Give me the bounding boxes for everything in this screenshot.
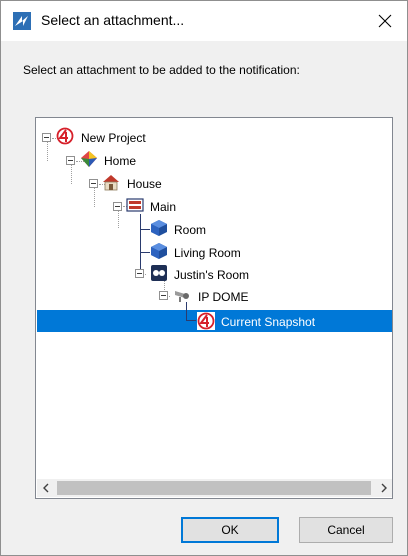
- tree-connector: [186, 320, 196, 321]
- cancel-button[interactable]: Cancel: [299, 517, 393, 543]
- tree-connector: [140, 252, 150, 253]
- tree-item-label[interactable]: House: [125, 176, 164, 192]
- collapse-toggle[interactable]: [89, 179, 98, 188]
- app-logo-icon: [13, 12, 31, 30]
- ok-button[interactable]: OK: [181, 517, 279, 543]
- collapse-toggle[interactable]: [135, 269, 144, 278]
- tree-item-label[interactable]: IP DOME: [196, 289, 250, 305]
- horizontal-scrollbar[interactable]: [37, 479, 392, 497]
- tree-item-label[interactable]: Home: [102, 153, 138, 169]
- tree-connector: [71, 163, 72, 184]
- room-cube-icon: [151, 243, 167, 259]
- project-logo-icon: [197, 312, 215, 330]
- tree-item-label[interactable]: Justin's Room: [172, 267, 251, 283]
- scroll-left-button[interactable]: [37, 479, 55, 497]
- floor-icon: [126, 198, 144, 212]
- house-icon: [103, 175, 119, 191]
- tree-connector: [118, 208, 119, 228]
- project-logo-icon: [56, 127, 74, 145]
- chevron-right-icon: [381, 483, 387, 493]
- close-icon: [378, 14, 392, 28]
- collapse-toggle[interactable]: [159, 291, 168, 300]
- room-cube-icon: [151, 220, 167, 236]
- chevron-left-icon: [43, 483, 49, 493]
- tree-connector: [186, 302, 187, 320]
- home-group-icon: [81, 151, 97, 167]
- dialog-window: Select an attachment... Select an attach…: [0, 0, 408, 556]
- selected-row-highlight: [37, 310, 392, 332]
- tree-item-label[interactable]: Living Room: [172, 245, 243, 261]
- camera-icon: [175, 291, 189, 302]
- collapse-toggle[interactable]: [66, 156, 75, 165]
- close-button[interactable]: [363, 1, 407, 41]
- attachment-tree[interactable]: New Project Home House Main Room Living …: [35, 117, 393, 499]
- scrollbar-thumb[interactable]: [57, 481, 371, 495]
- instruction-text: Select an attachment to be added to the …: [23, 63, 300, 77]
- tree-connector: [140, 214, 141, 272]
- tree-item-label[interactable]: Main: [148, 199, 178, 215]
- tree-connector: [94, 186, 95, 207]
- scroll-right-button[interactable]: [375, 479, 392, 497]
- title-bar[interactable]: Select an attachment...: [1, 1, 407, 41]
- tree-item-label[interactable]: Room: [172, 222, 208, 238]
- tree-connector: [47, 140, 48, 161]
- window-title: Select an attachment...: [41, 12, 185, 28]
- tree-item-label[interactable]: New Project: [79, 130, 148, 146]
- collapse-toggle[interactable]: [113, 202, 122, 211]
- speaker-icon: [151, 265, 167, 281]
- tree-connector: [140, 229, 150, 230]
- collapse-toggle[interactable]: [42, 133, 51, 142]
- tree-item-label-selected[interactable]: Current Snapshot: [219, 314, 317, 330]
